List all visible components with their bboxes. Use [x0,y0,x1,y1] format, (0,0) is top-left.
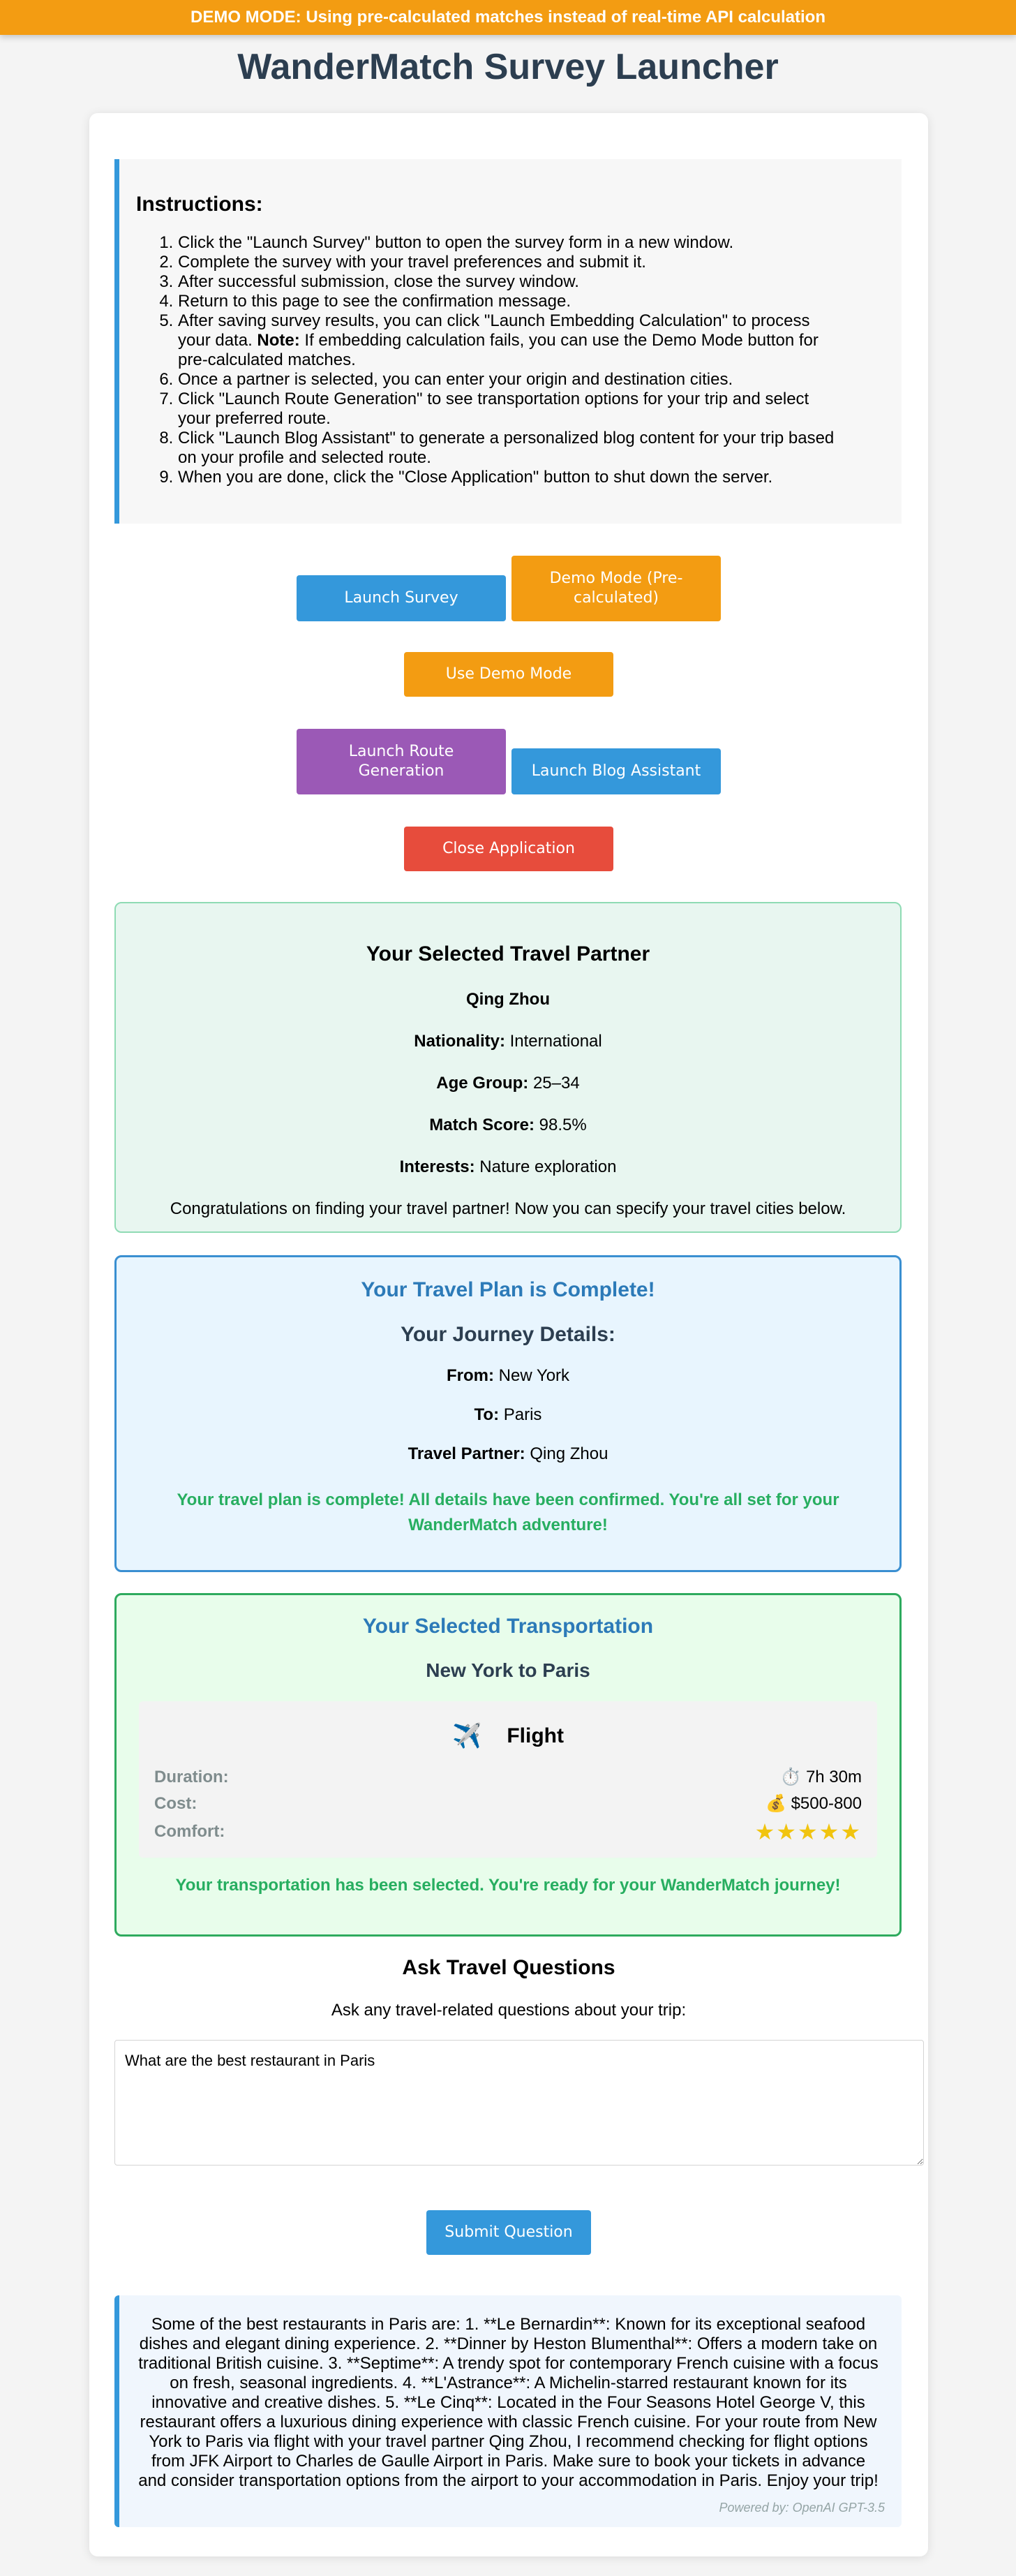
journey-details-heading: Your Journey Details: [401,1323,615,1346]
plan-complete-message: Your travel plan is complete! All detail… [177,1490,839,1534]
duration-value: ⏱️ 7h 30m [780,1767,862,1787]
demo-mode-precalc-button[interactable]: Demo Mode (Pre-calculated) [511,556,721,621]
launch-survey-button[interactable]: Launch Survey [297,575,506,621]
launch-route-generation-button[interactable]: Launch Route Generation [297,729,506,794]
field-value: International [509,1032,602,1051]
main-card: Instructions: Click the "Launch Survey" … [89,113,928,2556]
field-value: Paris [503,1405,542,1424]
plan-heading: Your Travel Plan is Complete! [361,1278,655,1301]
field-value: New York [498,1366,570,1385]
field-label: To: [474,1405,500,1424]
duration-text: 7h 30m [805,1768,862,1786]
comfort-label: Comfort: [154,1822,225,1841]
partner-match-score: Match Score: 98.5% [116,1116,900,1135]
partner-heading: Your Selected Travel Partner [366,942,650,965]
plan-from: From: New York [117,1366,899,1386]
answer-panel: Some of the best restaurants in Paris ar… [114,2295,902,2527]
stopwatch-icon: ⏱️ [780,1768,802,1786]
field-label: Interests: [399,1157,475,1176]
field-value: Qing Zhou [530,1444,608,1463]
field-label: Match Score: [429,1116,535,1134]
close-application-button[interactable]: Close Application [404,827,613,871]
flight-header: ✈️ Flight [139,1722,877,1750]
instructions-panel: Instructions: Click the "Launch Survey" … [114,159,902,524]
flight-option-card: ✈️ Flight Duration: ⏱️ 7h 30m Cost: 💰 $5… [139,1701,877,1858]
airplane-icon: ✈️ [452,1723,482,1749]
launch-blog-assistant-button[interactable]: Launch Blog Assistant [511,748,721,794]
demo-mode-banner: DEMO MODE: Using pre-calculated matches … [0,0,1016,35]
ask-questions-subheading: Ask any travel-related questions about y… [331,2001,687,2020]
partner-age-group: Age Group: 25–34 [116,1074,900,1093]
partner-interests: Interests: Nature exploration [116,1157,900,1177]
cost-text: $500-800 [791,1794,862,1813]
instruction-step: Click "Launch Blog Assistant" to generat… [178,429,841,468]
money-bag-icon: 💰 [765,1794,786,1813]
instruction-step: Click the "Launch Survey" button to open… [178,233,841,253]
partner-congrats-message: Congratulations on finding your travel p… [170,1199,846,1218]
transport-heading: Your Selected Transportation [362,1615,654,1638]
instruction-step: When you are done, click the "Close Appl… [178,468,841,487]
selected-partner-panel: Your Selected Travel Partner Qing Zhou N… [114,902,902,1233]
instruction-step: Complete the survey with your travel pre… [178,253,841,272]
use-demo-mode-button[interactable]: Use Demo Mode [404,652,613,697]
answer-text: Some of the best restaurants in Paris ar… [138,2315,879,2490]
field-label: Nationality: [414,1032,505,1051]
transport-mode: Flight [507,1724,564,1747]
comfort-row: Comfort: ★★★★★ [154,1819,862,1845]
travel-plan-panel: Your Travel Plan is Complete! Your Journ… [114,1255,902,1572]
instruction-step: Once a partner is selected, you can ente… [178,370,841,390]
field-value: 25–34 [532,1074,580,1093]
powered-by-label: Powered by: OpenAI GPT-3.5 [719,2501,885,2515]
duration-label: Duration: [154,1767,229,1786]
transportation-panel: Your Selected Transportation New York to… [114,1593,902,1937]
cost-value: 💰 $500-800 [765,1793,862,1814]
duration-row: Duration: ⏱️ 7h 30m [154,1767,862,1787]
cost-row: Cost: 💰 $500-800 [154,1793,862,1814]
instruction-step: Click "Launch Route Generation" to see t… [178,390,841,429]
field-value: Nature exploration [479,1157,617,1176]
partner-nationality: Nationality: International [116,1032,900,1051]
note-label: Note: [257,331,300,350]
ask-questions-heading: Ask Travel Questions [402,1956,615,1979]
instructions-heading: Instructions: [136,193,263,216]
transport-selected-message: Your transportation has been selected. Y… [175,1876,841,1895]
question-input[interactable]: What are the best restaurant in Paris [114,2040,924,2166]
cost-label: Cost: [154,1793,197,1813]
field-label: From: [446,1366,494,1385]
field-label: Travel Partner: [408,1444,525,1463]
page-title: WanderMatch Survey Launcher [237,47,779,87]
plan-partner: Travel Partner: Qing Zhou [117,1444,899,1464]
field-label: Age Group: [436,1074,529,1093]
instruction-step: After successful submission, close the s… [178,272,841,292]
transport-route: New York to Paris [426,1659,590,1681]
field-value: 98.5% [539,1116,587,1134]
instruction-step: After saving survey results, you can cli… [178,311,841,370]
comfort-stars-icon: ★★★★★ [754,1819,862,1844]
instruction-step: Return to this page to see the confirmat… [178,292,841,311]
partner-name: Qing Zhou [466,990,550,1009]
plan-to: To: Paris [117,1405,899,1425]
submit-question-button[interactable]: Submit Question [426,2210,591,2255]
instructions-list: Click the "Launch Survey" button to open… [136,233,841,487]
